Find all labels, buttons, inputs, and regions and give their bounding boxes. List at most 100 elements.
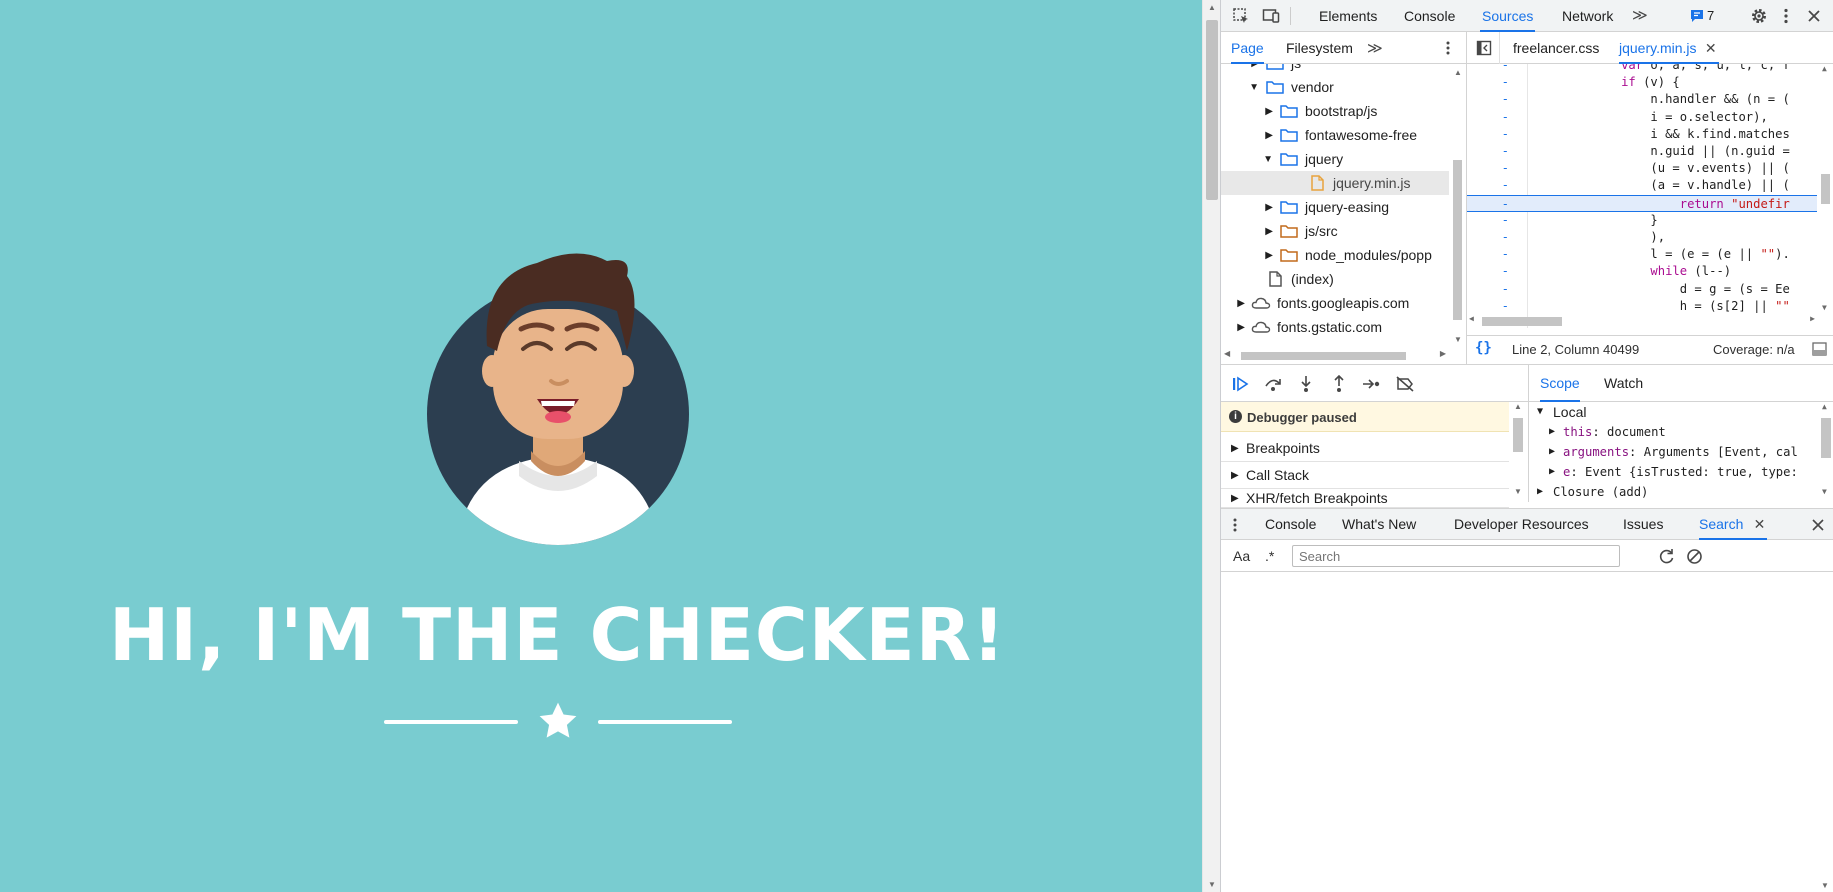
expand-arrow-icon[interactable]: ▶	[1221, 226, 1273, 237]
scope-variable-row[interactable]: ▶ this: document	[1529, 422, 1819, 442]
navigator-tab-page[interactable]: Page	[1231, 32, 1264, 64]
code-line[interactable]: - ),	[1467, 229, 1817, 246]
code-line[interactable]: - if (v) {	[1467, 74, 1817, 91]
editor-scrollbar-thumb[interactable]	[1821, 174, 1830, 204]
tree-item[interactable]: ▶ bootstrap/js	[1221, 99, 1449, 123]
line-gutter[interactable]: -	[1467, 109, 1509, 126]
code-line[interactable]: - d = g = (s = Ee	[1467, 281, 1817, 298]
tree-item[interactable]: ▶ node_modules/popp	[1221, 243, 1449, 267]
line-gutter[interactable]: -	[1467, 126, 1509, 143]
line-gutter[interactable]: -	[1467, 143, 1509, 160]
section-breakpoints[interactable]: ▶ Breakpoints	[1221, 435, 1509, 462]
line-gutter[interactable]: -	[1467, 160, 1509, 177]
code-line[interactable]: - while (l--)	[1467, 263, 1817, 280]
page-scrollbar[interactable]: ▲ ▼	[1202, 0, 1220, 892]
code-line[interactable]: - (u = v.events) || (	[1467, 160, 1817, 177]
file-tab-freelancer-css[interactable]: freelancer.css	[1513, 32, 1599, 64]
more-tabs-chevron-icon[interactable]: ≫	[1632, 6, 1648, 24]
expand-arrow-icon[interactable]: ▶	[1221, 130, 1273, 141]
deactivate-breakpoints-icon[interactable]	[1395, 375, 1415, 393]
section-xhr-breakpoints[interactable]: ▶ XHR/fetch Breakpoints	[1221, 489, 1509, 508]
collapse-arrow-icon[interactable]: ▼	[1221, 82, 1259, 93]
drawer-tab-developer-resources[interactable]: Developer Resources	[1454, 509, 1589, 540]
issues-counter[interactable]: 7	[1690, 8, 1714, 23]
toggle-debugger-sidebar-icon[interactable]	[1812, 342, 1827, 356]
line-gutter[interactable]: -	[1467, 91, 1509, 108]
collapse-arrow-icon[interactable]: ▼	[1221, 154, 1273, 165]
code-line[interactable]: - i = o.selector),	[1467, 109, 1817, 126]
navigator-tab-filesystem[interactable]: Filesystem	[1286, 32, 1353, 64]
tree-item[interactable]: ▼ vendor	[1221, 75, 1449, 99]
close-tab-icon[interactable]: ✕	[1705, 32, 1717, 64]
tree-item[interactable]: ▶ jquery-easing	[1221, 195, 1449, 219]
tree-item[interactable]: ▶ fonts.gstatic.com	[1221, 315, 1449, 339]
step-into-icon[interactable]	[1296, 375, 1316, 393]
line-gutter[interactable]: -	[1467, 196, 1509, 211]
code-line[interactable]: - l = (e = (e || "").	[1467, 246, 1817, 263]
line-gutter[interactable]: -	[1467, 74, 1509, 91]
close-devtools-icon[interactable]	[1805, 7, 1823, 25]
expand-arrow-icon[interactable]: ▶	[1221, 64, 1259, 69]
drawer-tab-whats-new[interactable]: What's New	[1342, 509, 1416, 540]
refresh-icon[interactable]	[1658, 548, 1675, 565]
tree-horizontal-scrollbar[interactable]: ◀ ▶	[1221, 346, 1449, 364]
resume-icon[interactable]	[1231, 375, 1251, 393]
inspect-element-icon[interactable]	[1232, 7, 1250, 25]
line-gutter[interactable]: -	[1467, 246, 1509, 263]
section-call-stack[interactable]: ▶ Call Stack	[1221, 462, 1509, 489]
code-line[interactable]: - return "undefir	[1467, 194, 1817, 212]
close-search-tab-icon[interactable]: ✕	[1754, 509, 1766, 540]
file-tab-jquery-min-js[interactable]: jquery.min.js ✕	[1619, 32, 1719, 64]
scope-variable-row[interactable]: ▶ arguments: Arguments [Event, cal	[1529, 442, 1819, 462]
expand-arrow-icon[interactable]: ▶	[1221, 250, 1273, 261]
clear-search-icon[interactable]	[1686, 548, 1703, 565]
toggle-navigator-icon[interactable]	[1476, 40, 1492, 56]
customize-menu-icon[interactable]	[1777, 7, 1795, 25]
code-line[interactable]: - i && k.find.matches	[1467, 126, 1817, 143]
tab-watch[interactable]: Watch	[1604, 365, 1643, 402]
search-input[interactable]	[1292, 545, 1620, 567]
step-over-icon[interactable]	[1263, 375, 1283, 393]
settings-gear-icon[interactable]	[1750, 7, 1768, 25]
navigator-menu-icon[interactable]	[1440, 40, 1456, 56]
scope-local-header[interactable]: ▼ Local	[1529, 402, 1819, 422]
editor-hscroll-thumb[interactable]	[1482, 317, 1562, 326]
code-editor[interactable]: - var o, a, s, u, l, c, f- if (v) {- n.h…	[1467, 64, 1833, 328]
match-case-toggle[interactable]: Aa	[1233, 548, 1250, 564]
tab-network[interactable]: Network	[1560, 0, 1615, 32]
tree-item[interactable]: ▼ jquery	[1221, 147, 1449, 171]
device-toolbar-icon[interactable]	[1262, 7, 1280, 25]
code-line[interactable]: - var o, a, s, u, l, c, f	[1467, 64, 1817, 74]
tab-sources[interactable]: Sources	[1480, 0, 1536, 32]
code-line[interactable]: - n.handler && (n = (	[1467, 91, 1817, 108]
line-gutter[interactable]: -	[1467, 263, 1509, 280]
debugger-sidebar-scrollbar[interactable]: ▲ ▼	[1509, 402, 1527, 502]
tree-item[interactable]: (index)	[1221, 267, 1449, 291]
scope-closure-header[interactable]: ▶ Closure (add)	[1529, 482, 1819, 502]
code-line[interactable]: - }	[1467, 212, 1817, 229]
page-scrollbar-thumb[interactable]	[1206, 20, 1218, 200]
line-gutter[interactable]: -	[1467, 64, 1509, 74]
expand-arrow-icon[interactable]: ▶	[1221, 322, 1245, 333]
scope-scrollbar[interactable]: ▲ ▼	[1817, 402, 1833, 502]
expand-arrow-icon[interactable]: ▶	[1221, 298, 1245, 309]
drawer-tab-search[interactable]: Search ✕	[1699, 509, 1768, 540]
tree-item[interactable]: ▶ fonts.googleapis.com	[1221, 291, 1449, 315]
tree-item[interactable]: ▶ js	[1221, 64, 1449, 75]
tab-elements[interactable]: Elements	[1317, 0, 1379, 32]
more-navigator-tabs-icon[interactable]: ≫	[1367, 39, 1383, 57]
pretty-print-icon[interactable]: {}	[1475, 340, 1492, 356]
scope-variable-row[interactable]: ▶ e: Event {isTrusted: true, type:	[1529, 462, 1819, 482]
tree-item[interactable]: jquery.min.js	[1221, 171, 1449, 195]
expand-arrow-icon[interactable]: ▶	[1221, 106, 1273, 117]
tab-console[interactable]: Console	[1402, 0, 1457, 32]
tree-item[interactable]: ▶ fontawesome-free	[1221, 123, 1449, 147]
drawer-menu-icon[interactable]	[1230, 517, 1240, 533]
code-line[interactable]: - (a = v.handle) || (	[1467, 177, 1817, 194]
close-drawer-icon[interactable]	[1811, 518, 1825, 532]
drawer-tab-issues[interactable]: Issues	[1623, 509, 1663, 540]
drawer-tab-console[interactable]: Console	[1265, 509, 1316, 540]
line-gutter[interactable]: -	[1467, 212, 1509, 229]
editor-horizontal-scrollbar[interactable]: ◀ ▶	[1467, 312, 1817, 328]
expand-arrow-icon[interactable]: ▶	[1221, 202, 1273, 213]
